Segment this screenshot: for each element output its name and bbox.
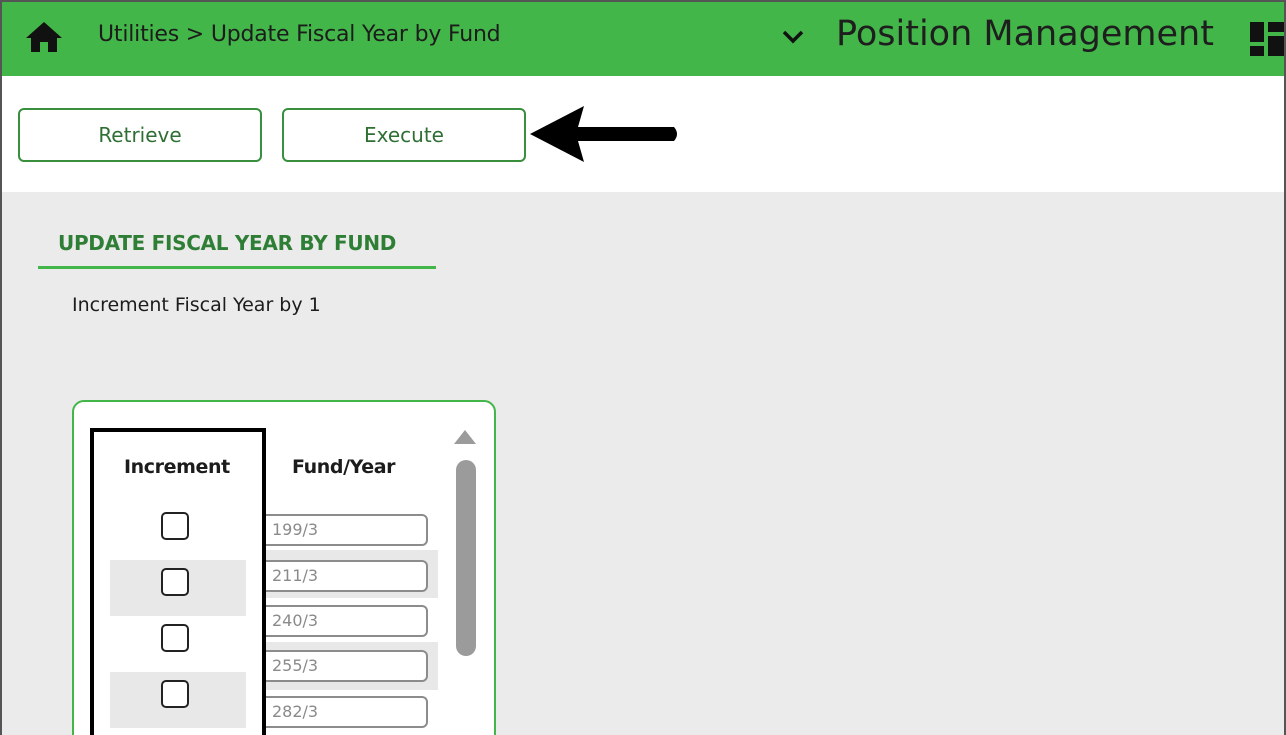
retrieve-button[interactable]: Retrieve <box>18 108 262 162</box>
fund-year-field: 282/3 <box>266 696 428 728</box>
top-header-bar: Utilities > Update Fiscal Year by Fund P… <box>2 2 1286 76</box>
column-header-fund-year[interactable]: Fund/Year <box>292 456 396 478</box>
app-title: Position Management <box>836 14 1214 54</box>
increment-column-highlight <box>90 428 266 735</box>
scroll-up-arrow-icon[interactable] <box>452 426 478 446</box>
toolbar: Retrieve Execute <box>2 76 1284 192</box>
app-window: Utilities > Update Fiscal Year by Fund P… <box>0 0 1286 735</box>
dashboard-grid-icon[interactable] <box>1248 20 1286 58</box>
breadcrumb: Utilities > Update Fiscal Year by Fund <box>98 22 501 47</box>
home-icon[interactable] <box>24 20 64 54</box>
section-description: Increment Fiscal Year by 1 <box>72 294 321 316</box>
section-title: UPDATE FISCAL YEAR BY FUND <box>58 231 397 255</box>
fund-year-field: 240/3 <box>266 605 428 637</box>
section-underline <box>38 266 436 269</box>
fund-year-field: 199/3 <box>266 514 428 546</box>
scrollbar-thumb[interactable] <box>456 460 476 656</box>
execute-button[interactable]: Execute <box>282 108 526 162</box>
fund-year-field: 211/3 <box>266 560 428 592</box>
chevron-down-icon[interactable] <box>780 27 806 47</box>
arrow-pointing-left-icon <box>530 106 677 162</box>
fund-year-field: 255/3 <box>266 650 428 682</box>
